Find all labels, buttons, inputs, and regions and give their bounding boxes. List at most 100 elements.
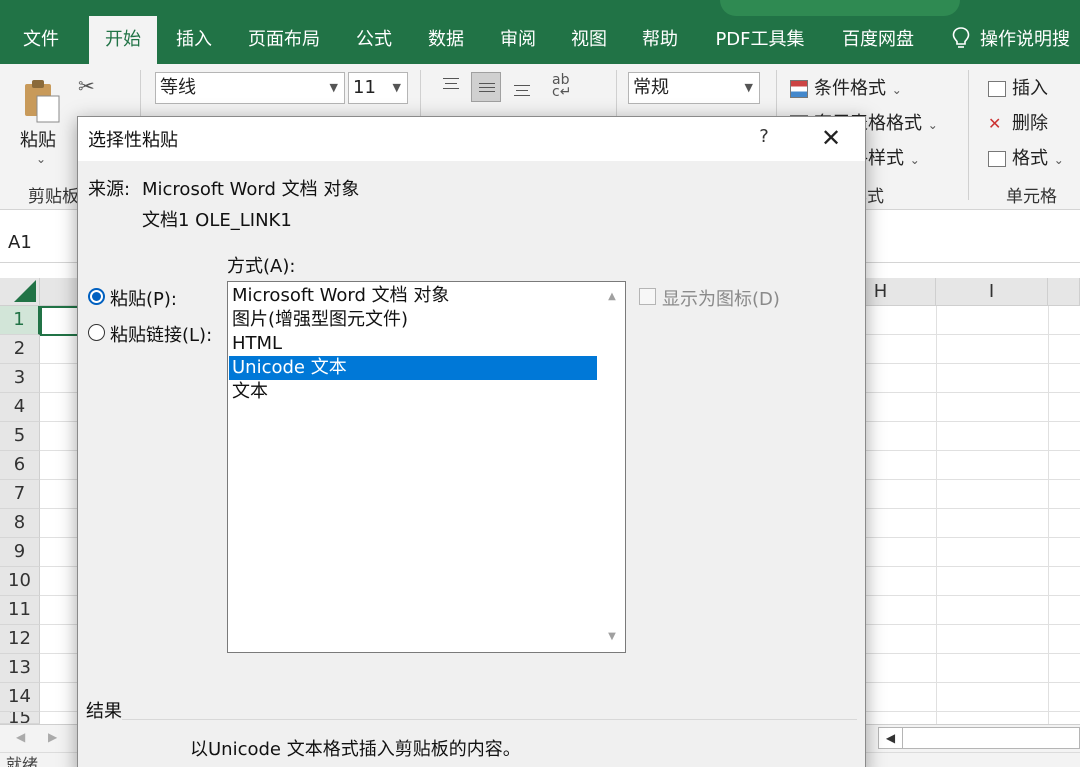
number-format-value: 常规 bbox=[633, 77, 669, 98]
display-as-icon-checkbox[interactable] bbox=[639, 288, 656, 305]
tab-insert[interactable]: 插入 bbox=[162, 16, 226, 64]
row-header-9[interactable]: 9 bbox=[0, 538, 40, 567]
paste-link-radio[interactable] bbox=[88, 324, 105, 341]
row-header-11[interactable]: 11 bbox=[0, 596, 40, 625]
help-button[interactable]: ? bbox=[754, 126, 774, 147]
result-text: 以Unicode 文本格式插入剪贴板的内容。 bbox=[190, 739, 521, 760]
cells-group-label: 单元格 bbox=[1006, 187, 1057, 207]
sheet-scroll-right-icon[interactable]: ▶ bbox=[48, 730, 57, 744]
tab-data[interactable]: 数据 bbox=[414, 16, 478, 64]
group-separator bbox=[968, 70, 969, 200]
row-header-13[interactable]: 13 bbox=[0, 654, 40, 683]
row-header-6[interactable]: 6 bbox=[0, 451, 40, 480]
row-header-3[interactable]: 3 bbox=[0, 364, 40, 393]
result-label: 结果 bbox=[86, 701, 122, 722]
as-label: 方式(A): bbox=[227, 256, 296, 277]
delete-cells-icon: ✕ bbox=[988, 114, 1002, 133]
font-name-combo[interactable]: 等线 ▼ bbox=[155, 72, 345, 104]
scroll-left-icon[interactable]: ◀ bbox=[879, 728, 903, 748]
paste-radio[interactable] bbox=[88, 288, 105, 305]
chevron-down-icon: ▼ bbox=[392, 81, 401, 94]
column-header-i[interactable]: I bbox=[936, 278, 1048, 306]
paste-label[interactable]: 粘贴 bbox=[20, 126, 56, 152]
dialog-title: 选择性粘贴 bbox=[88, 130, 178, 151]
paste-button[interactable] bbox=[22, 78, 62, 128]
font-size-value: 11 bbox=[353, 77, 376, 98]
row-header-2[interactable]: 2 bbox=[0, 335, 40, 364]
number-format-combo[interactable]: 常规 ▼ bbox=[628, 72, 760, 104]
tab-help[interactable]: 帮助 bbox=[628, 16, 692, 64]
title-decoration bbox=[720, 0, 960, 16]
title-bar bbox=[0, 0, 1080, 16]
insert-cells-icon bbox=[988, 81, 1006, 97]
tell-me-search[interactable]: 操作说明搜 bbox=[952, 16, 1080, 64]
paste-icon bbox=[25, 80, 60, 123]
row-header-15[interactable]: 15 bbox=[0, 712, 40, 724]
cut-icon[interactable]: ✂ bbox=[78, 74, 95, 98]
row-header-8[interactable]: 8 bbox=[0, 509, 40, 538]
column-header[interactable] bbox=[1048, 278, 1080, 306]
row-header-1[interactable]: 1 bbox=[0, 306, 40, 335]
ribbon-tab-bar: 文件 开始 插入 页面布局 公式 数据 审阅 视图 帮助 PDF工具集 百度网盘… bbox=[0, 16, 1080, 66]
tab-pdf-tools[interactable]: PDF工具集 bbox=[704, 16, 816, 64]
insert-cells-button[interactable]: 插入 bbox=[988, 74, 1048, 100]
row-header-14[interactable]: 14 bbox=[0, 683, 40, 712]
delete-cells-label: 删除 bbox=[1012, 113, 1048, 134]
tab-baidu-netdisk[interactable]: 百度网盘 bbox=[828, 16, 928, 64]
tab-page-layout[interactable]: 页面布局 bbox=[234, 16, 334, 64]
display-as-icon-label[interactable]: 显示为图标(D) bbox=[662, 285, 780, 311]
format-cells-button[interactable]: 格式 ⌄ bbox=[988, 144, 1064, 170]
tab-home[interactable]: 开始 bbox=[89, 16, 157, 66]
column-header[interactable] bbox=[40, 278, 80, 306]
insert-cells-label: 插入 bbox=[1012, 78, 1048, 99]
status-text: 就绪 bbox=[6, 755, 39, 767]
row-header-4[interactable]: 4 bbox=[0, 393, 40, 422]
tab-view[interactable]: 视图 bbox=[557, 16, 621, 64]
close-icon: ✕ bbox=[820, 124, 842, 152]
conditional-format-icon bbox=[790, 80, 808, 98]
conditional-format-button[interactable]: 条件格式 ⌄ bbox=[790, 74, 902, 100]
delete-cells-button[interactable]: ✕ 删除 bbox=[988, 109, 1048, 135]
source-link: 文档1 OLE_LINK1 bbox=[142, 210, 292, 231]
row-header-12[interactable]: 12 bbox=[0, 625, 40, 654]
paste-as-listbox[interactable]: Microsoft Word 文档 对象 图片(增强型图元文件) HTML Un… bbox=[227, 281, 626, 653]
list-item[interactable]: 文本 bbox=[229, 380, 597, 404]
format-cells-label: 格式 bbox=[1012, 148, 1048, 169]
tab-review[interactable]: 审阅 bbox=[486, 16, 550, 64]
align-top-button[interactable] bbox=[436, 72, 466, 102]
close-button[interactable]: ✕ bbox=[818, 123, 844, 153]
list-item[interactable]: Microsoft Word 文档 对象 bbox=[229, 284, 597, 308]
active-cell-a1[interactable] bbox=[40, 306, 80, 336]
paste-special-dialog: 选择性粘贴 ? ✕ 来源: Microsoft Word 文档 对象 文档1 O… bbox=[77, 116, 866, 767]
sheet-scroll-left-icon[interactable]: ◀ bbox=[16, 730, 25, 744]
tell-me-label: 操作说明搜 bbox=[980, 29, 1070, 50]
align-middle-button[interactable] bbox=[471, 72, 501, 102]
list-item-selected[interactable]: Unicode 文本 bbox=[229, 356, 597, 380]
clipboard-group-label: 剪贴板 bbox=[28, 187, 79, 207]
source-label: 来源: bbox=[88, 179, 131, 200]
scroll-up-icon[interactable]: ▲ bbox=[599, 284, 625, 310]
scroll-down-icon[interactable]: ▼ bbox=[599, 624, 625, 650]
format-cells-icon bbox=[988, 151, 1006, 167]
wrap-text-icon[interactable]: ab c↵ bbox=[552, 73, 571, 99]
listbox-scrollbar[interactable]: ▲ ▼ bbox=[599, 282, 625, 652]
tab-formulas[interactable]: 公式 bbox=[342, 16, 406, 64]
row-header-5[interactable]: 5 bbox=[0, 422, 40, 451]
select-all-corner[interactable] bbox=[0, 278, 40, 306]
horizontal-scrollbar[interactable]: ◀ bbox=[878, 727, 1080, 749]
tab-file[interactable]: 文件 bbox=[0, 16, 82, 64]
row-header-10[interactable]: 10 bbox=[0, 567, 40, 596]
list-item[interactable]: 图片(增强型图元文件) bbox=[229, 308, 597, 332]
dialog-title-bar: 选择性粘贴 ? ✕ bbox=[78, 117, 865, 161]
row-header-7[interactable]: 7 bbox=[0, 480, 40, 509]
paste-dropdown-icon[interactable]: ⌄ bbox=[36, 152, 46, 166]
align-bottom-button[interactable] bbox=[507, 72, 537, 102]
list-item[interactable]: HTML bbox=[229, 332, 597, 356]
paste-radio-label[interactable]: 粘贴(P): bbox=[110, 285, 177, 311]
paste-link-radio-label[interactable]: 粘贴链接(L): bbox=[110, 321, 212, 347]
result-divider bbox=[122, 719, 857, 720]
lightbulb-icon bbox=[952, 27, 970, 48]
font-size-combo[interactable]: 11 ▼ bbox=[348, 72, 408, 104]
source-value: Microsoft Word 文档 对象 bbox=[142, 179, 360, 200]
name-box[interactable]: A1 bbox=[0, 223, 78, 263]
